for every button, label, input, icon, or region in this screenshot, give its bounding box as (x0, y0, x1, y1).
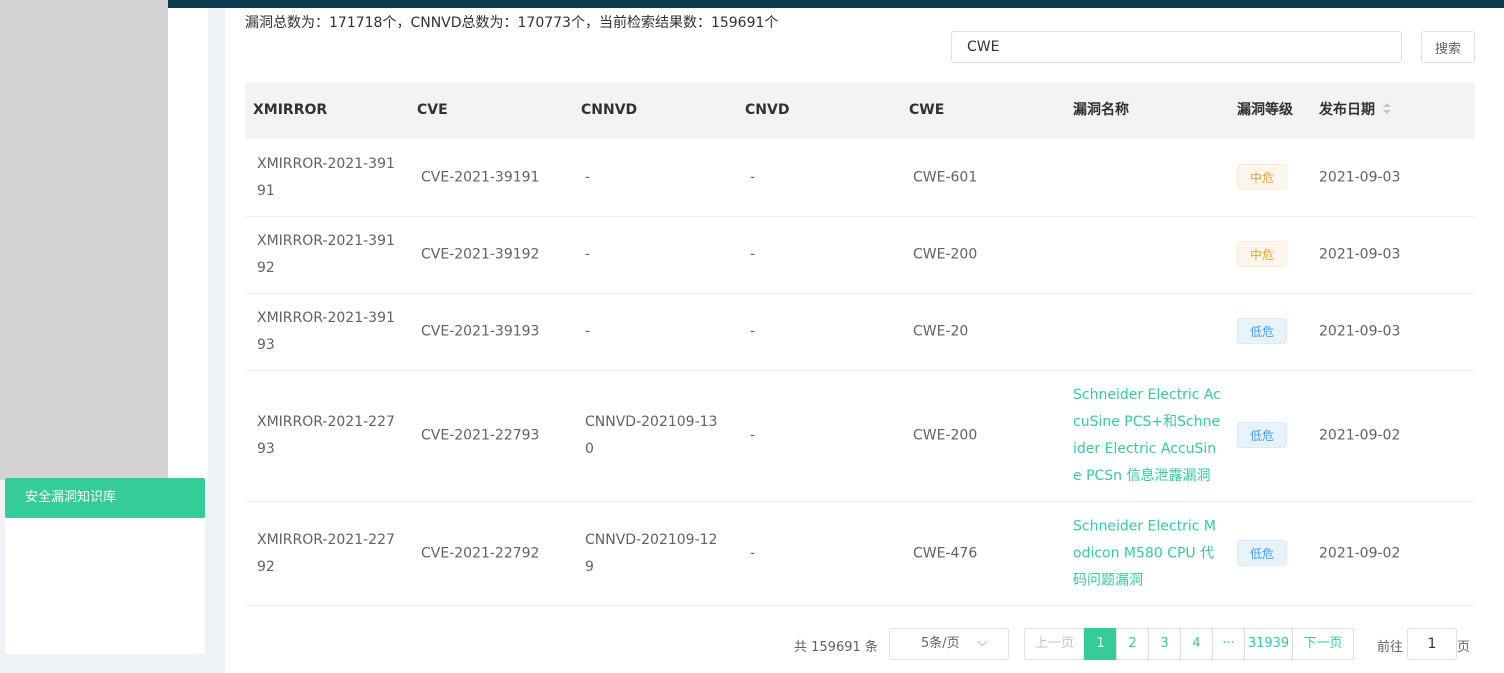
level-badge-low: 低危 (1237, 422, 1288, 448)
level-badge-low: 低危 (1237, 318, 1288, 344)
column-header-vuln-level: 漏洞等级 (1237, 102, 1293, 118)
cell-cve: CVE-2021-22793 (421, 427, 540, 444)
cell-xmirror: XMIRROR-2021-22792 (257, 531, 395, 575)
cell-cnvd: - (750, 246, 756, 263)
column-header-cve: CVE (417, 102, 448, 118)
page-size-value: 5条/页 (921, 636, 960, 651)
cell-cnvd: - (750, 427, 756, 444)
column-header-publish-date-label: 发布日期 (1319, 102, 1375, 118)
column-header-cwe: CWE (909, 102, 945, 118)
column-header-xmirror: XMIRROR (253, 102, 328, 118)
cell-date: 2021-09-02 (1319, 427, 1401, 444)
cell-level: 中危 (1237, 163, 1288, 192)
page-size-select[interactable]: 5条/页 (889, 628, 1009, 660)
cell-cwe: CWE-601 (913, 169, 978, 185)
cell-vuln-name-link[interactable]: Schneider Electric Modicon M580 CPU 代码问题… (1073, 513, 1223, 594)
cell-xmirror: XMIRROR-2021-39191 (257, 155, 395, 199)
table-row: XMIRROR-2021-22793 CVE-2021-22793 CNNVD-… (245, 371, 1475, 502)
sidebar-gutter (168, 0, 208, 480)
cell-level: 低危 (1237, 318, 1288, 346)
goto-label: 前往 (1377, 640, 1404, 655)
page-3-button[interactable]: 3 (1148, 628, 1181, 660)
cell-level: 低危 (1237, 539, 1288, 568)
cell-cnvd: - (750, 545, 756, 561)
cell-cwe: CWE-200 (913, 427, 978, 444)
prev-page-button[interactable]: 上一页 (1024, 628, 1085, 660)
last-page-button[interactable]: 31939 (1244, 628, 1293, 660)
column-header-vuln-name: 漏洞名称 (1073, 102, 1129, 118)
cell-date: 2021-09-03 (1319, 169, 1401, 185)
page-4-button[interactable]: 4 (1180, 628, 1213, 660)
next-page-button[interactable]: 下一页 (1292, 628, 1354, 660)
cell-cnvd: - (750, 169, 756, 185)
cell-date: 2021-09-03 (1319, 323, 1401, 340)
column-header-cnvd: CNVD (745, 102, 790, 118)
cell-cwe: CWE-200 (913, 246, 978, 263)
level-badge-medium: 中危 (1237, 241, 1288, 267)
level-badge-medium: 中危 (1237, 163, 1288, 190)
cell-level: 低危 (1237, 422, 1288, 450)
cell-xmirror: XMIRROR-2021-39192 (257, 233, 395, 276)
search-button[interactable]: 搜索 (1421, 31, 1475, 63)
cell-cnvd: - (750, 323, 756, 340)
table-row: XMIRROR-2021-39191 CVE-2021-39191 - - CW… (245, 139, 1475, 217)
column-header-cnnvd: CNNVD (581, 102, 638, 118)
cell-cwe: CWE-20 (913, 323, 969, 340)
page-1-button[interactable]: 1 (1084, 628, 1117, 660)
table-row: XMIRROR-2021-39193 CVE-2021-39193 - - CW… (245, 294, 1475, 371)
level-badge-low: 低危 (1237, 539, 1288, 566)
page-2-button[interactable]: 2 (1116, 628, 1149, 660)
search-input[interactable] (951, 31, 1402, 63)
cell-cnnvd: - (585, 169, 591, 185)
table-row: XMIRROR-2021-22792 CVE-2021-22792 CNNVD-… (245, 502, 1475, 606)
table-row: XMIRROR-2021-39192 CVE-2021-39192 - - CW… (245, 217, 1475, 294)
cell-xmirror: XMIRROR-2021-22793 (257, 414, 395, 457)
cell-xmirror: XMIRROR-2021-39193 (257, 310, 395, 353)
cell-cnnvd: - (585, 246, 591, 263)
cell-cve: CVE-2021-39191 (421, 169, 540, 185)
top-header-bar (168, 0, 1504, 8)
cell-vuln-name-link[interactable]: Schneider Electric AccuSine PCS+和Schneid… (1073, 382, 1223, 490)
cell-cve: CVE-2021-39193 (421, 323, 540, 340)
cell-cnnvd: CNNVD-202109-129 (585, 531, 718, 575)
cell-date: 2021-09-03 (1319, 246, 1401, 263)
goto-page-input[interactable] (1407, 628, 1457, 660)
cell-cwe: CWE-476 (913, 545, 978, 561)
cell-cve: CVE-2021-39192 (421, 246, 540, 263)
column-header-publish-date[interactable]: 发布日期 (1319, 82, 1391, 139)
pagination-total: 共 159691 条 (794, 640, 878, 655)
table-header: XMIRROR CVE CNNVD CNVD CWE 漏洞名称 漏洞等级 发布日… (245, 82, 1475, 139)
cell-cnnvd: - (585, 323, 591, 340)
sidebar-item-vuln-knowledge-base[interactable]: 安全漏洞知识库 (5, 478, 205, 518)
more-pages-button[interactable]: ··· (1212, 628, 1245, 660)
sidebar-upper-panel (0, 0, 168, 480)
vuln-summary-text: 漏洞总数为：171718个，CNNVD总数为：170773个，当前检索结果数：1… (245, 15, 779, 31)
cell-level: 中危 (1237, 241, 1288, 269)
cell-cnnvd: CNNVD-202109-130 (585, 414, 718, 457)
cell-date: 2021-09-02 (1319, 545, 1401, 561)
chevron-down-icon (977, 636, 988, 647)
goto-suffix: 页 (1457, 640, 1471, 655)
cell-cve: CVE-2021-22792 (421, 545, 540, 561)
sort-icon[interactable] (1383, 103, 1391, 115)
